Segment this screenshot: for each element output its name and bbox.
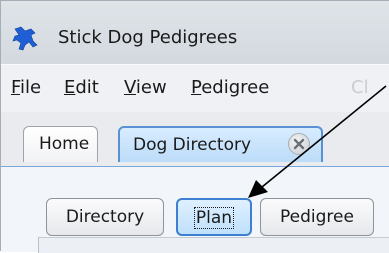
menu-bar: File Edit View Pedigree Cl [1,64,389,113]
menu-pedigree[interactable]: Pedigree [191,77,269,98]
stick-dog-app-icon [12,26,38,51]
tab-dog-directory[interactable]: Dog Directory [118,126,323,162]
close-icon[interactable] [288,133,310,155]
menu-edit[interactable]: Edit [64,77,99,98]
tab-strip: Home Dog Directory [1,112,389,167]
pedigree-button[interactable]: Pedigree [260,198,374,236]
title-bar: Stick Dog Pedigrees [1,1,389,64]
tab-home[interactable]: Home [23,126,98,162]
menu-cut-off: Cl [351,77,369,98]
plan-button[interactable]: Plan [176,198,252,236]
menu-view[interactable]: View [124,77,167,98]
directory-button[interactable]: Directory [46,198,164,236]
window-title: Stick Dog Pedigrees [58,27,238,48]
menu-file[interactable]: File [11,77,41,98]
